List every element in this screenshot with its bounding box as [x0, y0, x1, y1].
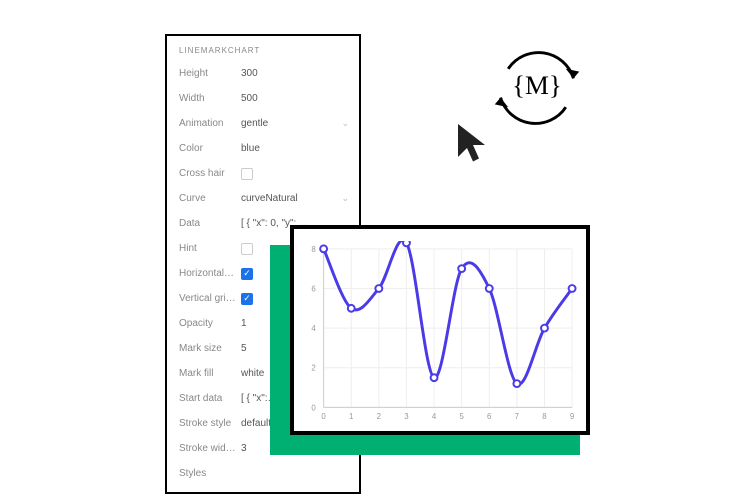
- svg-text:5: 5: [459, 412, 464, 421]
- property-label: Opacity: [179, 318, 241, 329]
- property-label: Horizontal…: [179, 268, 241, 279]
- cursor-icon: [455, 120, 491, 164]
- property-label: Height: [179, 68, 241, 79]
- panel-title: LINEMARKCHART: [167, 36, 359, 61]
- property-row[interactable]: Styles: [167, 461, 359, 486]
- property-checkbox[interactable]: [241, 243, 253, 255]
- svg-text:0: 0: [321, 412, 326, 421]
- property-label: Mark size: [179, 343, 241, 354]
- chevron-down-icon: ⌄: [341, 118, 349, 129]
- svg-text:{M}: {M}: [512, 70, 562, 100]
- property-label: Animation: [179, 118, 241, 129]
- property-row[interactable]: Height300: [167, 61, 359, 86]
- property-value[interactable]: 300: [241, 68, 349, 79]
- property-row[interactable]: Width500: [167, 86, 359, 111]
- line-chart: 0 2 4 6 8 0 1 2 3 4 5 6 7 8 9: [298, 241, 578, 427]
- svg-text:2: 2: [311, 364, 315, 373]
- property-label: Styles: [179, 468, 241, 479]
- property-label: Start data: [179, 393, 241, 404]
- svg-text:0: 0: [311, 403, 316, 412]
- property-label: Hint: [179, 243, 241, 254]
- property-value[interactable]: gentle: [241, 118, 337, 129]
- chevron-down-icon: ⌄: [341, 193, 349, 204]
- svg-text:1: 1: [349, 412, 353, 421]
- svg-text:6: 6: [311, 284, 316, 293]
- property-checkbox[interactable]: ✓: [241, 293, 253, 305]
- property-checkbox[interactable]: [241, 168, 253, 180]
- svg-text:9: 9: [570, 412, 574, 421]
- property-row[interactable]: Animationgentle ⌄: [167, 111, 359, 136]
- property-value[interactable]: curveNatural: [241, 193, 337, 204]
- property-row[interactable]: CurvecurveNatural ⌄: [167, 186, 359, 211]
- property-label: Stroke wid…: [179, 443, 241, 454]
- property-row[interactable]: Cross hair: [167, 161, 359, 186]
- svg-text:3: 3: [404, 412, 409, 421]
- property-label: Vertical gri…: [179, 293, 241, 304]
- svg-text:2: 2: [377, 412, 381, 421]
- refresh-logo-icon: {M}: [489, 40, 585, 136]
- property-row[interactable]: Colorblue: [167, 136, 359, 161]
- property-label: Curve: [179, 193, 241, 204]
- svg-text:4: 4: [311, 324, 316, 333]
- property-label: Data: [179, 218, 241, 229]
- property-label: Cross hair: [179, 168, 241, 179]
- property-checkbox[interactable]: ✓: [241, 268, 253, 280]
- chart-card: 0 2 4 6 8 0 1 2 3 4 5 6 7 8 9: [290, 225, 590, 435]
- property-value[interactable]: 500: [241, 93, 349, 104]
- property-label: Mark fill: [179, 368, 241, 379]
- property-value[interactable]: blue: [241, 143, 349, 154]
- property-label: Stroke style: [179, 418, 241, 429]
- svg-text:6: 6: [487, 412, 492, 421]
- property-label: Color: [179, 143, 241, 154]
- svg-text:8: 8: [542, 412, 547, 421]
- svg-text:7: 7: [515, 412, 519, 421]
- property-row[interactable]: X axis title: [167, 486, 359, 494]
- svg-text:8: 8: [311, 245, 316, 254]
- property-label: X axis title: [179, 493, 241, 494]
- property-label: Width: [179, 93, 241, 104]
- svg-text:4: 4: [432, 412, 437, 421]
